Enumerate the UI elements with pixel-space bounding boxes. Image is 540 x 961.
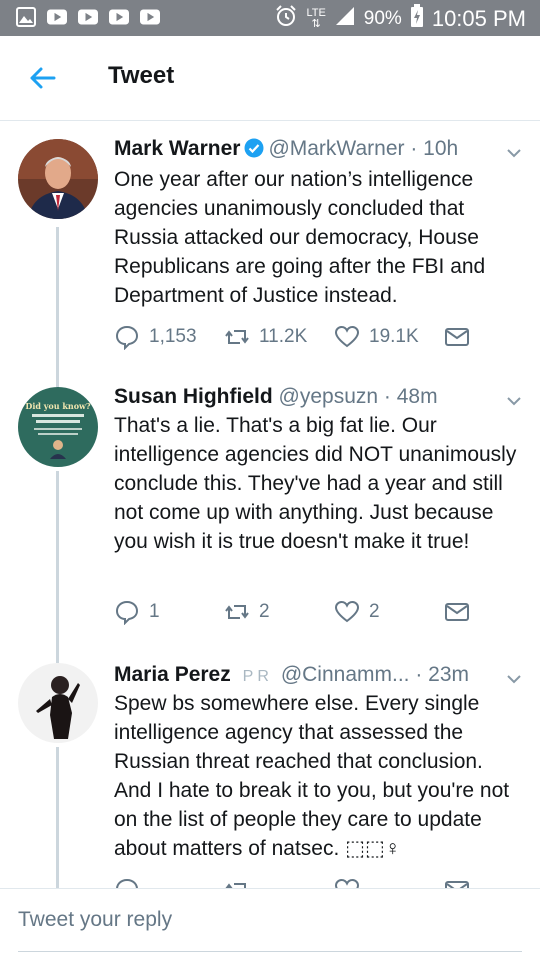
avatar[interactable] xyxy=(18,139,98,219)
gallery-icon xyxy=(16,7,36,27)
tweet-header: Maria Perez P R @Cinnamm... · 23m xyxy=(114,663,469,687)
battery-level: 90% xyxy=(363,8,402,29)
tweet-text: Spew bs somewhere else. Every single int… xyxy=(114,692,510,860)
like-button[interactable]: 2 xyxy=(334,599,380,625)
verified-badge-icon xyxy=(244,138,264,158)
tweet-susan-highfield[interactable]: Did you know? Susan Highfield @yepsuzn ·… xyxy=(0,373,540,649)
clock: 10:05 PM xyxy=(431,6,526,31)
thread-line xyxy=(56,471,59,649)
direct-message-button[interactable] xyxy=(444,599,470,625)
reply-count: 1,153 xyxy=(149,326,197,347)
tweet-actions xyxy=(114,877,474,888)
retweet-button[interactable]: 2 xyxy=(224,599,270,625)
reply-count: 1 xyxy=(149,601,160,622)
tweet-text: One year after our nation’s intelligence… xyxy=(114,168,486,307)
retweet-icon xyxy=(225,605,249,619)
back-arrow-icon[interactable] xyxy=(26,62,58,94)
status-bar: LTE ⇅ 90% 10:05 PM xyxy=(0,0,540,36)
chevron-down-icon[interactable] xyxy=(504,143,524,163)
tweet-maria-perez[interactable]: Maria Perez P R @Cinnamm... · 23m Spew b… xyxy=(0,649,540,888)
thread-line xyxy=(56,747,59,888)
retweet-count: 2 xyxy=(259,601,270,622)
youtube-icon xyxy=(109,7,129,27)
avatar[interactable] xyxy=(18,663,98,743)
handle-and-time: @yepsuzn · 48m xyxy=(278,385,438,408)
signal-icon xyxy=(334,5,356,33)
heart-icon xyxy=(334,600,360,623)
like-count: 19.1K xyxy=(369,326,419,347)
retweet-button[interactable] xyxy=(224,877,250,888)
thread-line xyxy=(56,373,59,387)
tweet-actions: 1 2 2 xyxy=(114,599,474,627)
mail-icon xyxy=(445,328,469,346)
tweet-header: Mark Warner @MarkWarner · 10h xyxy=(114,137,458,161)
avatar[interactable]: Did you know? xyxy=(18,387,98,467)
direct-message-button[interactable] xyxy=(444,877,470,888)
tweet-mark-warner[interactable]: Mark Warner @MarkWarner · 10h One year af… xyxy=(0,121,540,373)
retweet-count: 11.2K xyxy=(259,326,308,347)
reply-icon xyxy=(115,325,139,350)
chevron-down-icon[interactable] xyxy=(504,391,524,411)
tweet-text: That's a lie. That's a big fat lie. Our … xyxy=(114,414,517,553)
display-name[interactable]: Maria Perez xyxy=(114,663,231,686)
display-name[interactable]: Susan Highfield xyxy=(114,385,273,408)
network-type: LTE ⇅ xyxy=(306,7,326,30)
name-badges: P R xyxy=(242,668,269,685)
tweet-actions: 1,153 11.2K 19.1K xyxy=(114,324,474,352)
like-count: 2 xyxy=(369,601,380,622)
thread-line xyxy=(56,227,59,373)
mail-icon xyxy=(445,603,469,621)
reply-button[interactable] xyxy=(114,877,140,888)
handle-and-time: @Cinnamm... · 23m xyxy=(280,663,470,686)
chevron-down-icon[interactable] xyxy=(504,669,524,689)
thread-line xyxy=(56,649,59,663)
youtube-icon xyxy=(78,7,98,27)
like-button[interactable]: 19.1K xyxy=(334,324,419,350)
handle-and-time: @MarkWarner · 10h xyxy=(268,137,459,160)
heart-icon xyxy=(334,878,360,888)
like-button[interactable] xyxy=(334,877,360,888)
youtube-icon xyxy=(140,7,160,27)
alarm-icon xyxy=(274,4,298,34)
battery-icon xyxy=(410,4,424,34)
reply-icon xyxy=(115,600,139,625)
reply-button[interactable]: 1,153 xyxy=(114,324,197,350)
reply-button[interactable]: 1 xyxy=(114,599,160,625)
page-title: Tweet xyxy=(108,62,175,89)
reply-input[interactable] xyxy=(18,889,522,952)
heart-icon xyxy=(334,325,360,348)
notification-icons xyxy=(16,7,160,27)
retweet-icon xyxy=(225,330,249,344)
display-name[interactable]: Mark Warner xyxy=(114,137,240,160)
youtube-icon xyxy=(47,7,67,27)
avatar-caption: Did you know? xyxy=(25,401,91,411)
retweet-icon xyxy=(225,883,246,888)
mail-icon xyxy=(445,881,469,888)
direct-message-button[interactable] xyxy=(444,324,470,350)
reply-icon xyxy=(116,878,138,888)
reply-composer xyxy=(0,888,540,961)
retweet-button[interactable]: 11.2K xyxy=(224,324,307,350)
tweet-header: Susan Highfield @yepsuzn · 48m xyxy=(114,385,438,409)
top-app-bar: Tweet xyxy=(0,36,540,121)
